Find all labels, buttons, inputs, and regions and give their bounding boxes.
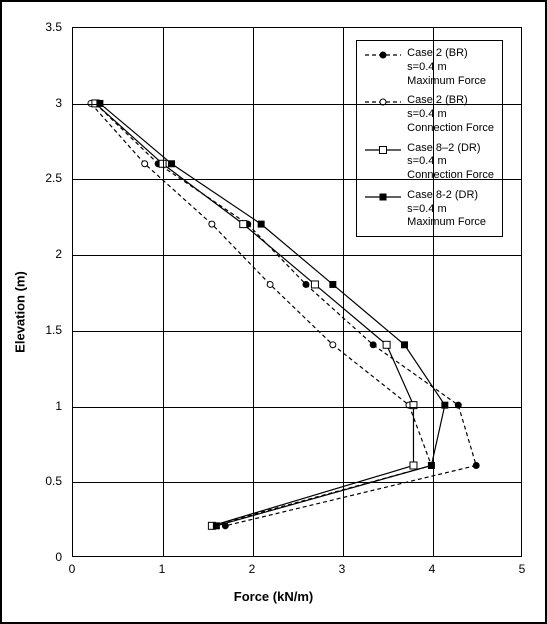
legend-swatch: [365, 144, 401, 156]
x-axis-label: Force (kN/m): [234, 589, 313, 604]
y-tick-label: 3: [32, 96, 62, 110]
gridline-v: [163, 28, 164, 556]
legend-entry: Case 8–2 (DR)s=0.4 mConnection Force: [365, 142, 494, 183]
y-tick-label: 0: [32, 550, 62, 564]
gridline-h: [73, 407, 521, 408]
legend-swatch: [365, 49, 401, 61]
data-marker: [330, 342, 336, 348]
y-tick-label: 2.5: [32, 171, 62, 185]
gridline-h: [73, 255, 521, 256]
legend-entry: Case 2 (BR)s=0.4 mConnection Force: [365, 94, 494, 135]
data-marker: [240, 221, 247, 228]
legend-entry: Case 8-2 (DR)s=0.4 mMaximum Force: [365, 189, 494, 230]
data-marker: [303, 281, 309, 287]
gridline-h: [73, 331, 521, 332]
gridline-v: [253, 28, 254, 556]
legend-label: Case 8–2 (DR)s=0.4 mConnection Force: [407, 142, 494, 183]
gridline-h: [73, 179, 521, 180]
data-marker: [142, 161, 148, 167]
y-tick-label: 2: [32, 247, 62, 261]
gridline-v: [343, 28, 344, 556]
plot-area: Case 2 (BR)s=0.4 mMaximum Force Case 2 (B…: [72, 27, 522, 557]
y-tick-label: 1.5: [32, 323, 62, 337]
chart-container: Case 2 (BR)s=0.4 mMaximum Force Case 2 (B…: [0, 0, 547, 624]
y-axis-label: Elevation (m): [13, 271, 28, 353]
data-marker: [213, 523, 219, 529]
data-marker: [267, 281, 273, 287]
legend-label: Case 8-2 (DR)s=0.4 mMaximum Force: [407, 189, 486, 230]
gridline-h: [73, 482, 521, 483]
data-marker: [402, 342, 408, 348]
data-marker: [209, 221, 215, 227]
legend-swatch: [365, 96, 401, 108]
x-tick-label: 4: [429, 562, 436, 576]
gridline-h: [73, 104, 521, 105]
data-marker: [410, 462, 417, 469]
legend: Case 2 (BR)s=0.4 mMaximum Force Case 2 (B…: [356, 40, 503, 237]
y-tick-label: 3.5: [32, 20, 62, 34]
legend-swatch: [365, 191, 401, 203]
data-marker: [258, 221, 264, 227]
x-tick-label: 5: [519, 562, 526, 576]
y-tick-label: 0.5: [32, 474, 62, 488]
data-marker: [473, 462, 479, 468]
x-tick-label: 1: [159, 562, 166, 576]
legend-label: Case 2 (BR)s=0.4 mMaximum Force: [407, 47, 486, 88]
gridline-v: [433, 28, 434, 556]
data-marker: [330, 281, 336, 287]
x-tick-label: 0: [69, 562, 76, 576]
data-marker: [311, 281, 318, 288]
data-marker: [370, 342, 376, 348]
legend-label: Case 2 (BR)s=0.4 mConnection Force: [407, 94, 494, 135]
data-marker: [383, 341, 390, 348]
x-tick-label: 3: [339, 562, 346, 576]
x-tick-label: 2: [249, 562, 256, 576]
legend-entry: Case 2 (BR)s=0.4 mMaximum Force: [365, 47, 494, 88]
data-marker: [410, 402, 417, 409]
data-marker: [169, 161, 175, 167]
y-tick-label: 1: [32, 399, 62, 413]
